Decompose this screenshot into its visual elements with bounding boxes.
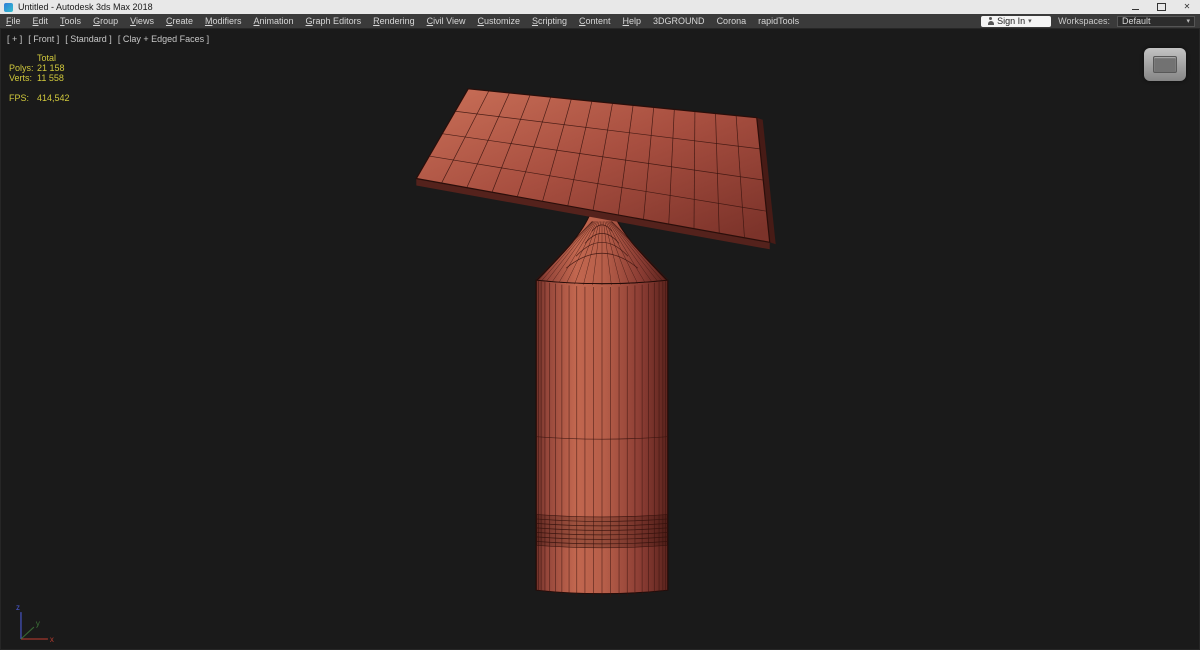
workspace-value: Default: [1122, 16, 1151, 26]
stats-polys-label: Polys:: [9, 63, 34, 73]
menu-item-tools[interactable]: Tools: [54, 14, 87, 28]
stats-verts-row: Verts: 11 558: [9, 73, 70, 83]
menu-item-file[interactable]: File: [0, 14, 27, 28]
menu-item-rendering[interactable]: Rendering: [367, 14, 421, 28]
stats-polys-value: 21 158: [37, 63, 65, 73]
chevron-down-icon: ▾: [1028, 17, 1032, 25]
stats-fps-value: 414,542: [37, 93, 70, 103]
menu-item-content[interactable]: Content: [573, 14, 617, 28]
svg-text:z: z: [16, 603, 20, 612]
menu-item-create[interactable]: Create: [160, 14, 199, 28]
menu-item-group[interactable]: Group: [87, 14, 124, 28]
svg-text:x: x: [50, 635, 54, 644]
menu-item-edit[interactable]: Edit: [27, 14, 55, 28]
menu-items: File Edit Tools Group Views Create Modifiers An…: [0, 14, 805, 28]
chevron-down-icon: ▾: [1186, 17, 1190, 25]
viewport-canvas[interactable]: z x y: [1, 29, 1199, 649]
viewport-preset-menu[interactable]: [ Standard ]: [65, 34, 112, 44]
svg-text:y: y: [36, 619, 40, 628]
menu-item-civil-view[interactable]: Civil View: [421, 14, 472, 28]
window-controls: ✕: [1122, 0, 1200, 14]
menu-item-help[interactable]: Help: [617, 14, 648, 28]
menubar: File Edit Tools Group Views Create Modifiers An…: [0, 14, 1200, 28]
window-title: Untitled - Autodesk 3ds Max 2018: [18, 2, 153, 12]
titlebar: Untitled - Autodesk 3ds Max 2018 ✕: [0, 0, 1200, 14]
stats-verts-value: 11 558: [37, 73, 64, 83]
stats-verts-label: Verts:: [9, 73, 33, 83]
stats-fps-row: FPS: 414,542: [9, 93, 70, 103]
menu-item-scripting[interactable]: Scripting: [526, 14, 573, 28]
workspaces-label: Workspaces:: [1058, 16, 1110, 26]
sign-in-label: Sign In: [997, 16, 1026, 26]
menubar-right: Sign In ▾ Workspaces: Default ▾: [981, 15, 1200, 27]
menu-item-graph-editors[interactable]: Graph Editors: [300, 14, 368, 28]
person-icon: [987, 17, 994, 25]
viewport-shading-menu[interactable]: [ Clay + Edged Faces ]: [118, 34, 209, 44]
menu-item-animation[interactable]: Animation: [247, 14, 299, 28]
menu-item-3dground[interactable]: 3DGROUND: [647, 14, 711, 28]
menu-item-modifiers[interactable]: Modifiers: [199, 14, 248, 28]
viewport-view-menu[interactable]: [ Front ]: [28, 34, 59, 44]
minimize-button[interactable]: [1122, 0, 1148, 14]
monitor-icon: [1153, 56, 1177, 73]
stats-polys-row: Polys: 21 158: [9, 63, 70, 73]
app-icon: [4, 2, 13, 12]
steering-wheel-widget[interactable]: [1144, 48, 1186, 81]
maximize-button[interactable]: [1148, 0, 1174, 14]
viewport-general-menu[interactable]: [ + ]: [7, 34, 22, 44]
statistics-overlay: Total Polys: 21 158 Verts: 11 558 FPS: 4…: [9, 53, 70, 103]
menu-item-views[interactable]: Views: [124, 14, 160, 28]
close-icon: ✕: [1183, 2, 1191, 11]
sign-in-button[interactable]: Sign In ▾: [981, 15, 1052, 27]
stats-fps-label: FPS:: [9, 93, 30, 103]
viewport[interactable]: z x y [ + ] [ Front ] [ Standard ] [ Clay …: [0, 28, 1200, 650]
menu-item-customize[interactable]: Customize: [471, 14, 526, 28]
maximize-icon: [1156, 3, 1166, 11]
workspace-select[interactable]: Default ▾: [1117, 15, 1195, 27]
stats-total-row: Total: [9, 53, 70, 63]
menu-item-rapidtools[interactable]: rapidTools: [752, 14, 805, 28]
stats-total-label: Total: [37, 53, 57, 63]
viewport-label: [ + ] [ Front ] [ Standard ] [ Clay + Ed…: [7, 34, 209, 44]
close-button[interactable]: ✕: [1174, 0, 1200, 14]
minimize-icon: [1131, 9, 1139, 10]
menu-item-corona[interactable]: Corona: [711, 14, 753, 28]
